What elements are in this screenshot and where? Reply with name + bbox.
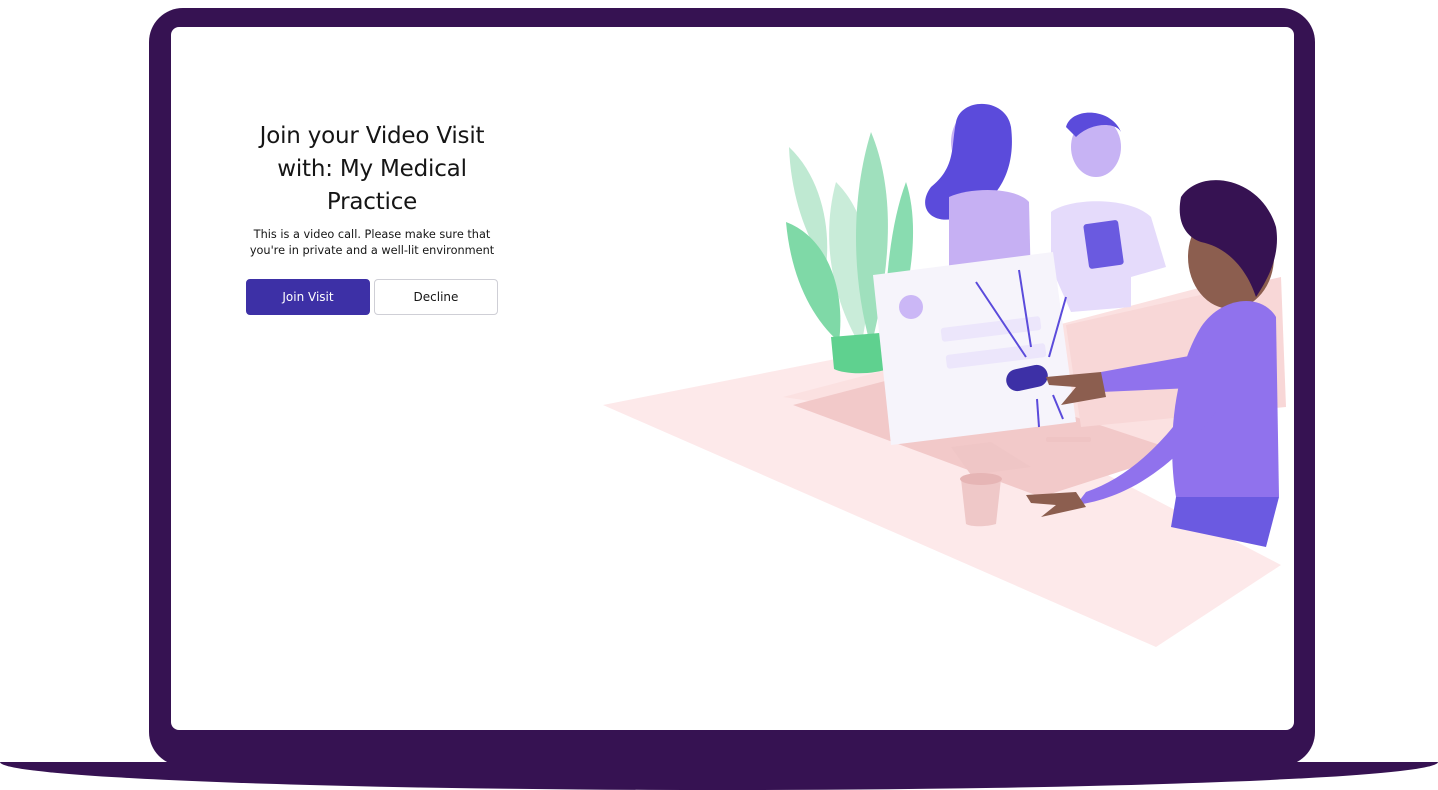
coffee-cup-rim bbox=[960, 473, 1002, 485]
monitor-screen bbox=[873, 252, 1076, 445]
app-screen: Join your Video Visit with: My Medical P… bbox=[171, 27, 1294, 730]
laptop-frame: Join your Video Visit with: My Medical P… bbox=[0, 0, 1438, 790]
tablet-device bbox=[1083, 220, 1124, 269]
monitor-avatar bbox=[899, 295, 923, 319]
video-visit-illustration bbox=[603, 103, 1286, 647]
coffee-cup bbox=[961, 479, 1001, 527]
laptop-base bbox=[0, 762, 1438, 790]
desk-item bbox=[1046, 437, 1091, 442]
